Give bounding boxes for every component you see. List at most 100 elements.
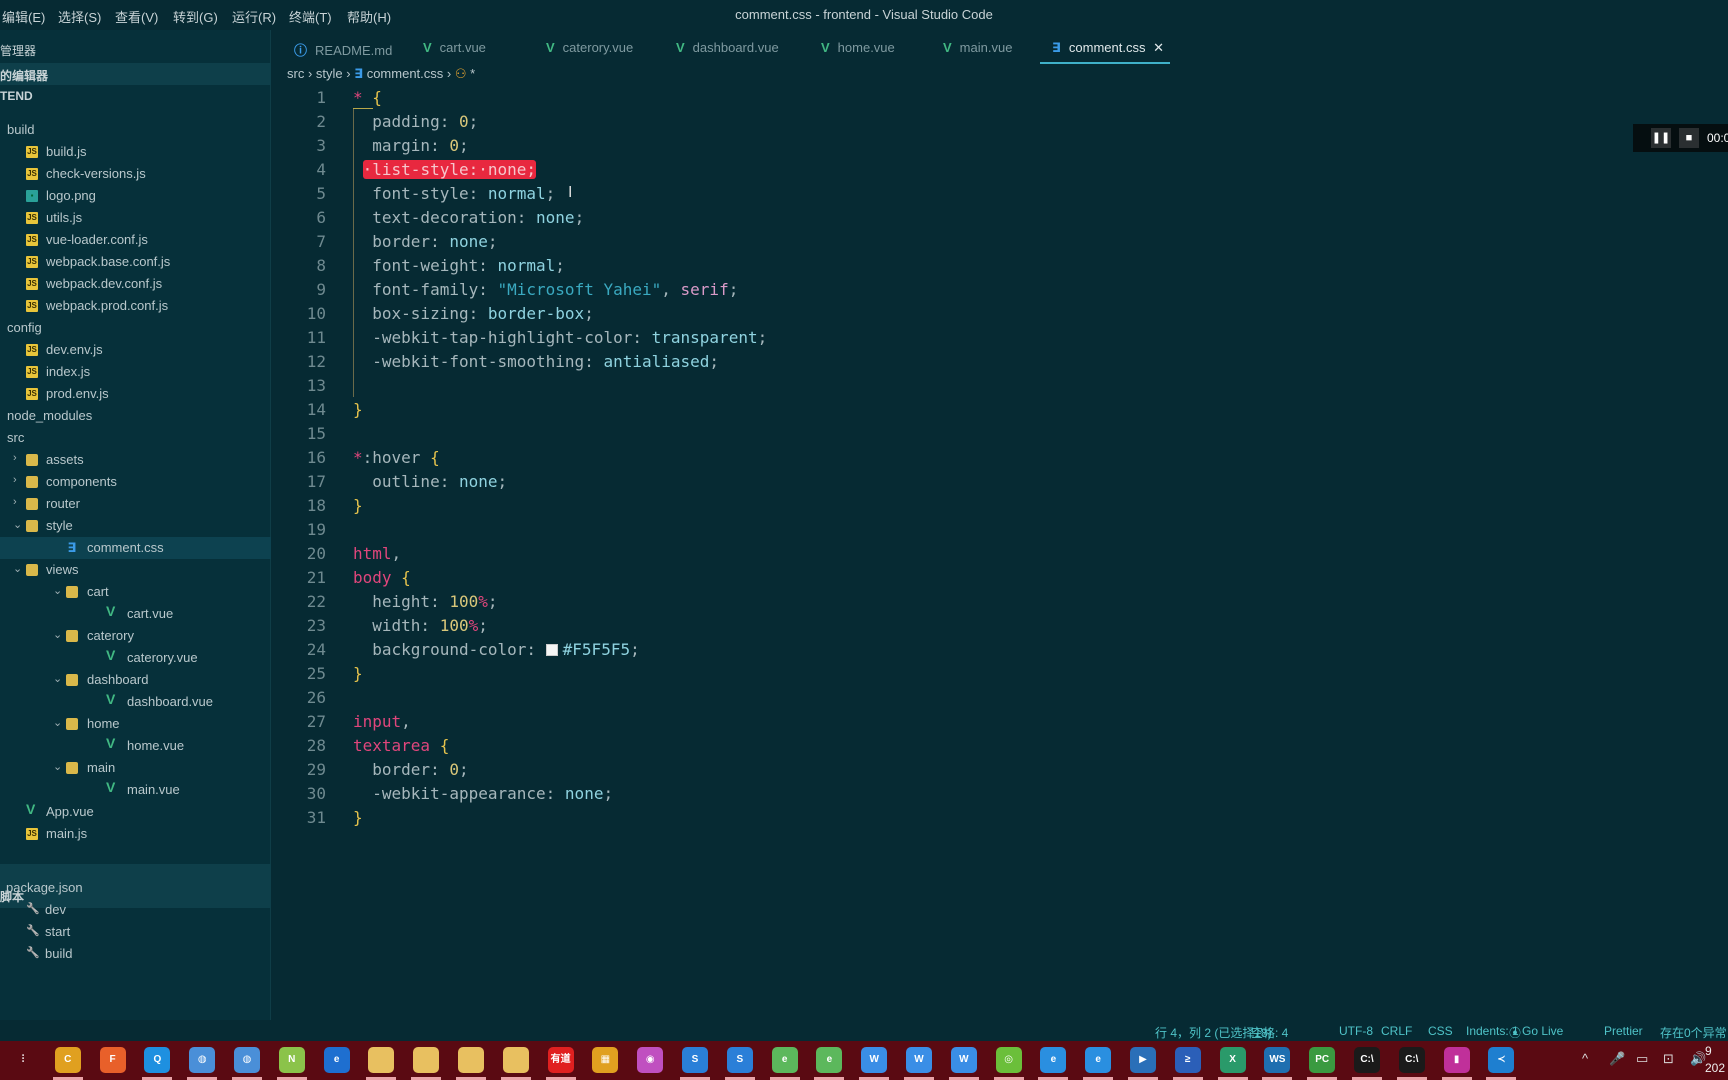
breadcrumb-item[interactable]: * bbox=[470, 66, 475, 81]
taskbar-wps-icon[interactable]: W bbox=[950, 1047, 977, 1073]
code-line[interactable]: padding: 0; bbox=[353, 110, 478, 134]
taskbar-wps-icon[interactable]: W bbox=[861, 1047, 888, 1073]
code-line[interactable]: height: 100%; bbox=[353, 590, 497, 614]
npm-script-start[interactable]: 🔧 start bbox=[0, 921, 271, 943]
code-line[interactable]: border: none; bbox=[353, 230, 497, 254]
tree-item-dashboard[interactable]: ⌄ dashboard bbox=[0, 669, 271, 691]
tree-item-comment-css[interactable]: ∃ comment.css bbox=[0, 537, 271, 559]
taskbar-folder-icon[interactable] bbox=[413, 1047, 440, 1073]
code-line[interactable]: background-color: #F5F5F5; bbox=[353, 638, 639, 662]
tree-item-utils-js[interactable]: JS utils.js bbox=[0, 207, 271, 229]
tree-item-app-vue[interactable]: V App.vue bbox=[0, 801, 271, 823]
tree-item-index-js[interactable]: JS index.js bbox=[0, 361, 271, 383]
taskbar-browser-360-icon[interactable]: ◎ bbox=[995, 1047, 1022, 1073]
taskbar-folder-icon[interactable] bbox=[502, 1047, 529, 1073]
taskbar-ie-green-icon[interactable]: e bbox=[771, 1047, 798, 1073]
tree-item-build-js[interactable]: JS build.js bbox=[0, 141, 271, 163]
taskbar-sync-icon[interactable]: S bbox=[726, 1047, 753, 1073]
code-line[interactable]: -webkit-font-smoothing: antialiased; bbox=[353, 350, 719, 374]
tab-caterory-vue[interactable]: Vcaterory.vue bbox=[534, 33, 656, 64]
taskbar-browser-q-icon[interactable]: Q bbox=[144, 1047, 171, 1073]
code-line[interactable]: } bbox=[353, 662, 363, 686]
breadcrumb-item[interactable]: comment.css bbox=[367, 66, 444, 81]
tree-item-assets[interactable]: › assets bbox=[0, 449, 271, 471]
code-line[interactable]: ·list-style:·none; bbox=[353, 158, 537, 182]
menu-item[interactable]: 帮助(H) bbox=[347, 7, 391, 26]
menu-item[interactable]: 运行(R) bbox=[232, 7, 276, 26]
menu-item[interactable]: 查看(V) bbox=[115, 7, 158, 26]
taskbar-sync-icon[interactable]: S bbox=[682, 1047, 708, 1073]
status-item[interactable]: Prettier bbox=[1604, 1024, 1643, 1038]
battery-icon[interactable]: ▭ bbox=[1636, 1051, 1648, 1067]
status-item[interactable]: 空格: 4 bbox=[1251, 1024, 1288, 1041]
tab-home-vue[interactable]: Vhome.vue bbox=[809, 33, 924, 64]
code-line[interactable]: } bbox=[353, 494, 363, 518]
code-line[interactable]: box-sizing: border-box; bbox=[353, 302, 594, 326]
taskbar-youdao-icon[interactable]: 有道 bbox=[547, 1047, 574, 1073]
tree-item-logo-png[interactable]: ▪ logo.png bbox=[0, 185, 271, 207]
code-line[interactable]: border: 0; bbox=[353, 758, 468, 782]
code-line[interactable]: width: 100%; bbox=[353, 614, 488, 638]
taskbar-colorful-icon[interactable]: ◉ bbox=[637, 1047, 664, 1073]
taskbar-player-icon[interactable]: ▶ bbox=[1130, 1047, 1156, 1073]
taskbar-ie-icon[interactable]: e bbox=[1040, 1047, 1067, 1073]
stop-button[interactable]: ■ bbox=[1679, 128, 1699, 148]
status-item[interactable]: CSS bbox=[1428, 1024, 1453, 1038]
taskbar-webstorm-icon[interactable]: WS bbox=[1264, 1047, 1291, 1073]
project-header[interactable]: TEND bbox=[0, 85, 271, 107]
code-line[interactable]: text-decoration: none; bbox=[353, 206, 584, 230]
tree-item-home-vue[interactable]: Vhome.vue bbox=[0, 735, 271, 757]
taskbar-task-view-icon[interactable]: ⫶ bbox=[10, 1047, 36, 1073]
npm-script-build[interactable]: 🔧 build bbox=[0, 943, 271, 965]
tree-item-style[interactable]: ⌄ style bbox=[0, 515, 271, 537]
volume-icon[interactable]: 🔊 bbox=[1690, 1051, 1706, 1067]
taskbar-wps-icon[interactable]: W bbox=[906, 1047, 932, 1073]
tab-comment-css[interactable]: ∃ comment.css ✕ bbox=[1040, 33, 1170, 64]
code-line[interactable]: html, bbox=[353, 542, 401, 566]
taskbar-ie-green-icon[interactable]: e bbox=[816, 1047, 843, 1073]
taskbar-edge-icon[interactable]: e bbox=[323, 1047, 350, 1073]
code-line[interactable]: input, bbox=[353, 710, 411, 734]
package-json-item[interactable]: package.json bbox=[0, 877, 271, 899]
tree-item-main-js[interactable]: JS main.js bbox=[0, 823, 271, 845]
taskbar-globe-icon[interactable]: ◍ bbox=[189, 1047, 216, 1073]
taskbar-powershell-icon[interactable]: ≥ bbox=[1174, 1047, 1201, 1073]
status-item[interactable]: 存在0个异常 bbox=[1660, 1024, 1727, 1041]
status-item[interactable]: UTF-8 bbox=[1339, 1024, 1373, 1038]
tree-item-src[interactable]: src bbox=[0, 427, 271, 449]
tab-dashboard-vue[interactable]: Vdashboard.vue bbox=[664, 33, 802, 64]
code-line[interactable]: -webkit-tap-highlight-color: transparent… bbox=[353, 326, 767, 350]
tree-item-caterory-vue[interactable]: Vcaterory.vue bbox=[0, 647, 271, 669]
pause-button[interactable]: ❚❚ bbox=[1651, 128, 1671, 148]
open-editors-header[interactable]: 的编辑器 bbox=[0, 63, 271, 85]
tree-item-dashboard-vue[interactable]: Vdashboard.vue bbox=[0, 691, 271, 713]
tree-item-caterory[interactable]: ⌄ caterory bbox=[0, 625, 271, 647]
taskbar-ie-icon[interactable]: e bbox=[1085, 1047, 1112, 1073]
tree-item-check-versions-js[interactable]: JS check-versions.js bbox=[0, 163, 271, 185]
tree-item-cart-vue[interactable]: Vcart.vue bbox=[0, 603, 271, 625]
code-line[interactable]: margin: 0; bbox=[353, 134, 468, 158]
taskbar-chrome-icon[interactable]: C bbox=[54, 1047, 81, 1073]
menu-item[interactable]: 选择(S) bbox=[58, 7, 101, 26]
tab-README-md[interactable]: ⓘ README.md bbox=[282, 33, 402, 64]
tree-item-views[interactable]: ⌄ views bbox=[0, 559, 271, 581]
breadcrumb-item[interactable]: style bbox=[316, 66, 343, 81]
taskbar-folder-icon[interactable] bbox=[458, 1047, 484, 1073]
tab-main-vue[interactable]: Vmain.vue bbox=[931, 33, 1031, 64]
taskbar-visual-studio-icon[interactable]: X bbox=[1219, 1047, 1246, 1073]
code-line[interactable]: textarea { bbox=[353, 734, 449, 758]
close-icon[interactable]: ✕ bbox=[1149, 40, 1164, 55]
menu-item[interactable]: 编辑(E) bbox=[2, 7, 45, 26]
tree-item-webpack-base-conf-js[interactable]: JS webpack.base.conf.js bbox=[0, 251, 271, 273]
npm-script-dev[interactable]: 🔧 dev bbox=[0, 899, 271, 921]
tree-item-main[interactable]: ⌄ main bbox=[0, 757, 271, 779]
network-icon[interactable]: ⊡ bbox=[1663, 1051, 1674, 1067]
tree-item-cart[interactable]: ⌄ cart bbox=[0, 581, 271, 603]
code-line[interactable]: } bbox=[353, 806, 363, 830]
tree-item-main-vue[interactable]: Vmain.vue bbox=[0, 779, 271, 801]
color-swatch[interactable] bbox=[545, 644, 558, 656]
tree-item-webpack-prod-conf-js[interactable]: JS webpack.prod.conf.js bbox=[0, 295, 271, 317]
taskbar-globe-icon[interactable]: ◍ bbox=[234, 1047, 260, 1073]
tab-cart-vue[interactable]: Vcart.vue bbox=[411, 33, 526, 64]
tree-item-router[interactable]: › router bbox=[0, 493, 271, 515]
